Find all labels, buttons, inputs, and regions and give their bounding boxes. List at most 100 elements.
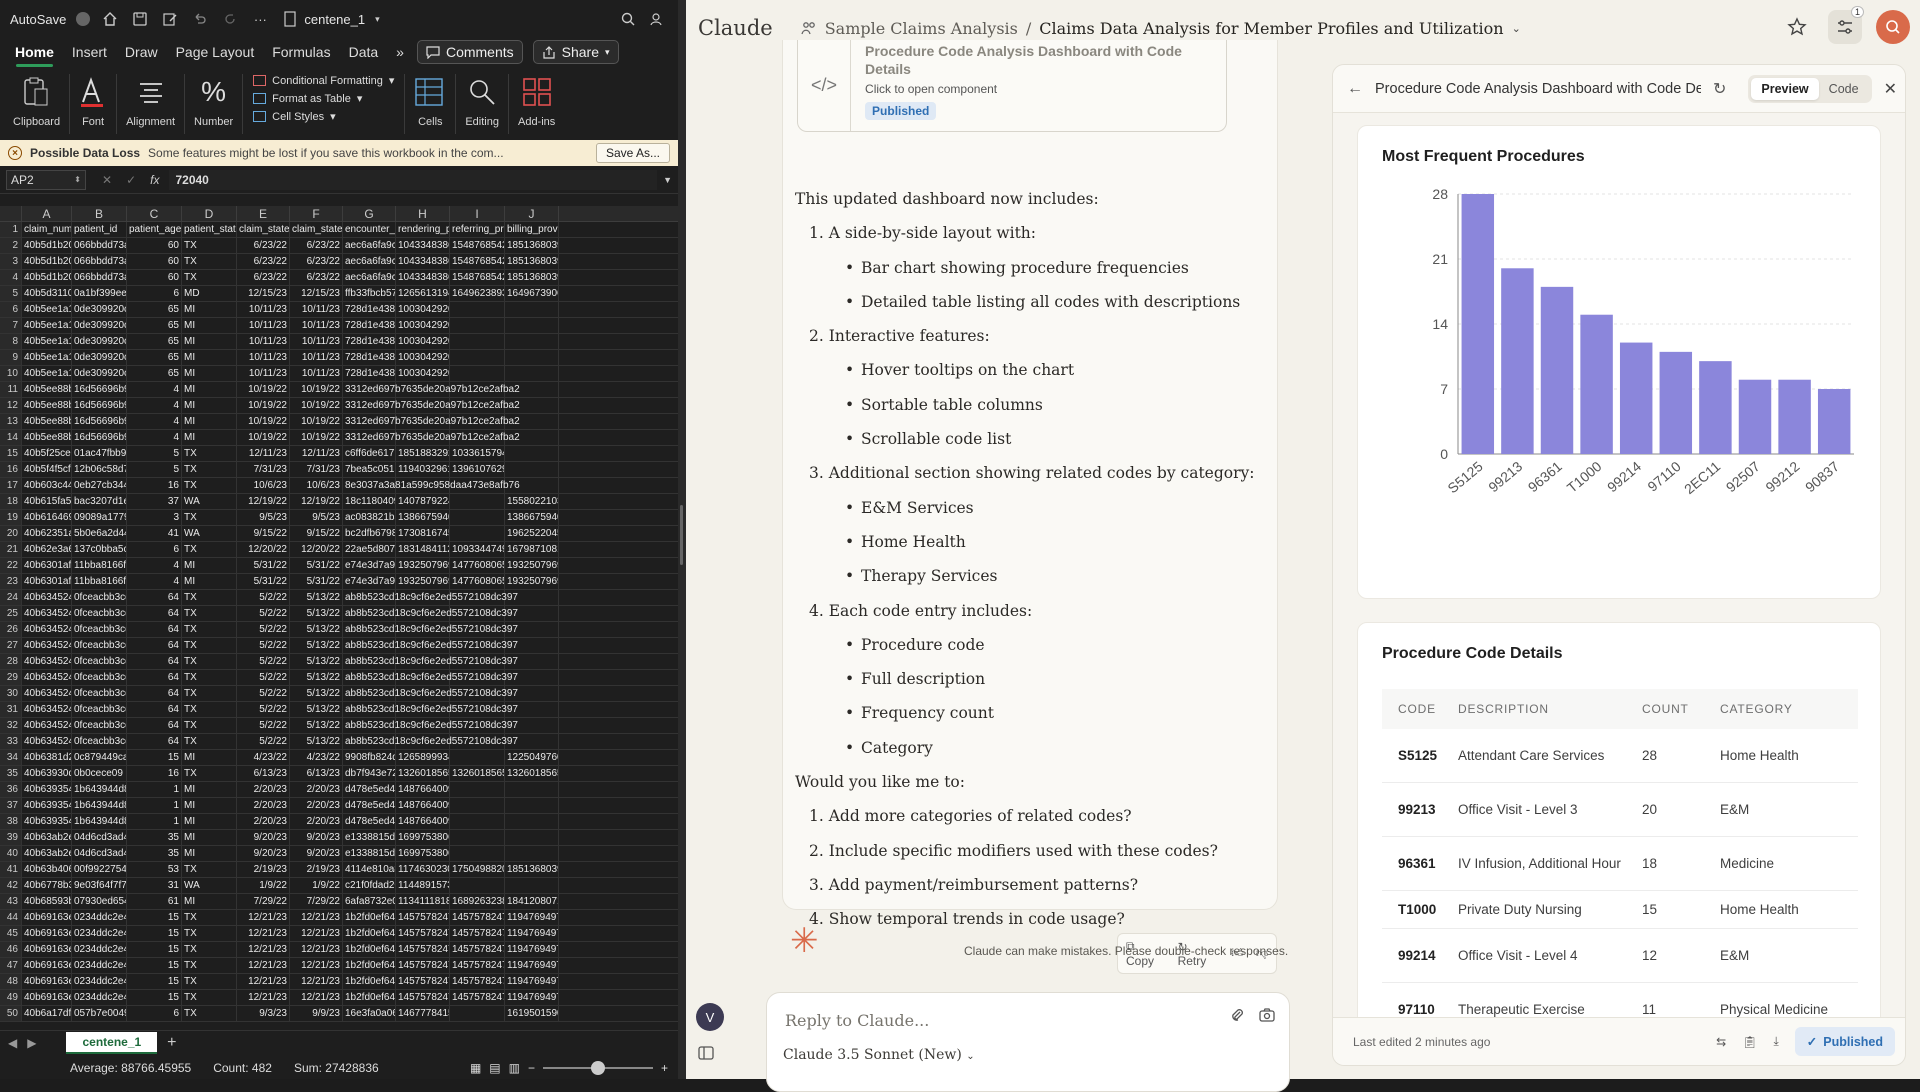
refresh-icon[interactable]: ↻ bbox=[1713, 79, 1726, 99]
cell[interactable]: TX bbox=[182, 254, 237, 269]
cell[interactable]: 0fceacbb3cd bbox=[72, 622, 127, 637]
cell[interactable]: 7/31/23 bbox=[290, 462, 343, 477]
cell[interactable]: 64 bbox=[127, 654, 182, 669]
cell[interactable]: 0eb27cb344 bbox=[72, 478, 127, 493]
cell[interactable]: MI bbox=[182, 558, 237, 573]
cell[interactable]: 1043348386 bbox=[396, 238, 450, 253]
cell[interactable]: TX bbox=[182, 462, 237, 477]
cell[interactable]: 09089a1779 bbox=[72, 510, 127, 525]
cell[interactable] bbox=[450, 526, 505, 541]
cell[interactable]: 40b639354d bbox=[22, 814, 72, 829]
cell[interactable]: 1194032961 bbox=[396, 462, 450, 477]
save-icon[interactable] bbox=[130, 9, 150, 29]
cell[interactable]: TX bbox=[182, 1006, 237, 1021]
cell[interactable]: 1487664009 bbox=[396, 798, 450, 813]
cell[interactable]: 61 bbox=[127, 894, 182, 909]
row-header[interactable]: 9 bbox=[0, 350, 22, 365]
cell[interactable]: bac3207d1e bbox=[72, 494, 127, 509]
cell[interactable]: 2/20/23 bbox=[237, 814, 290, 829]
clipboard-group[interactable]: Clipboard bbox=[4, 74, 71, 134]
window-divider[interactable] bbox=[678, 0, 686, 1079]
row-header[interactable]: 47 bbox=[0, 958, 22, 973]
cell[interactable]: TX bbox=[182, 270, 237, 285]
cell[interactable]: e74e3d7a9e bbox=[343, 558, 396, 573]
cell[interactable]: 4 bbox=[127, 430, 182, 445]
tab-draw[interactable]: Draw bbox=[116, 40, 167, 64]
claude-logo[interactable]: Claude bbox=[698, 16, 773, 40]
cell[interactable]: 0de309920c bbox=[72, 318, 127, 333]
cell[interactable]: 9/20/23 bbox=[290, 830, 343, 845]
chevron-down-icon[interactable]: ▾ bbox=[375, 14, 380, 25]
cell[interactable] bbox=[450, 878, 505, 893]
cell[interactable]: 5/13/22 bbox=[290, 702, 343, 717]
cell[interactable]: 40b5ee88bel bbox=[22, 382, 72, 397]
cell[interactable]: 15 bbox=[127, 974, 182, 989]
alignment-group[interactable]: Alignment bbox=[117, 74, 186, 134]
cell[interactable]: 2/19/23 bbox=[290, 862, 343, 877]
row-header[interactable]: 23 bbox=[0, 574, 22, 589]
cell[interactable]: 40b6301afb0 bbox=[22, 574, 72, 589]
conditional-formatting-button[interactable]: Conditional Formatting ▾ bbox=[253, 74, 394, 87]
reply-input[interactable]: Reply to Claude... Claude 3.5 Sonnet (Ne… bbox=[766, 992, 1290, 1092]
number-group[interactable]: % Number bbox=[185, 74, 244, 134]
cell[interactable]: 9/5/23 bbox=[290, 510, 343, 525]
cell[interactable]: 1003042920 bbox=[396, 350, 450, 365]
cell[interactable]: 10/19/22 bbox=[290, 382, 343, 397]
row-header[interactable]: 42 bbox=[0, 878, 22, 893]
cell[interactable]: 9e03f64f7f7 bbox=[72, 878, 127, 893]
normal-view-icon[interactable]: ▦ bbox=[470, 1061, 481, 1075]
cell[interactable]: 0de309920c bbox=[72, 350, 127, 365]
cell[interactable]: 10/19/22 bbox=[290, 414, 343, 429]
cell[interactable]: 1b2fd0ef648 bbox=[343, 910, 396, 925]
cell[interactable]: 64 bbox=[127, 702, 182, 717]
cell[interactable]: 10/19/22 bbox=[237, 430, 290, 445]
cell[interactable]: 9/15/22 bbox=[237, 526, 290, 541]
cell[interactable]: 40b6778b3b bbox=[22, 878, 72, 893]
add-sheet-icon[interactable]: + bbox=[167, 1034, 176, 1052]
cell[interactable]: 1457578247 bbox=[450, 990, 505, 1005]
cell[interactable]: 1558022103 bbox=[505, 494, 559, 509]
cell[interactable]: 53 bbox=[127, 862, 182, 877]
row-header[interactable]: 18 bbox=[0, 494, 22, 509]
cell[interactable]: TX bbox=[182, 478, 237, 493]
cell[interactable]: 12/21/23 bbox=[290, 926, 343, 941]
cell[interactable]: 12b06c58d7 bbox=[72, 462, 127, 477]
row-header[interactable]: 2 bbox=[0, 238, 22, 253]
cell[interactable]: 9/9/23 bbox=[290, 1006, 343, 1021]
cell[interactable]: 3312ed697b7635de20a97b12ce2afba2 bbox=[343, 414, 520, 429]
cell[interactable]: 12/21/23 bbox=[290, 910, 343, 925]
search-icon[interactable] bbox=[618, 9, 638, 29]
table-row[interactable]: 99214 Office Visit - Level 4 12 E&M bbox=[1382, 929, 1858, 983]
comments-button[interactable]: Comments bbox=[416, 40, 523, 64]
cell[interactable]: 066bbdd73a bbox=[72, 270, 127, 285]
cell[interactable]: 40b69163e8 bbox=[22, 942, 72, 957]
row-header[interactable]: 36 bbox=[0, 782, 22, 797]
cell[interactable]: referring_pro bbox=[450, 222, 505, 237]
cell[interactable]: 5/13/22 bbox=[290, 654, 343, 669]
cell[interactable]: 6/23/22 bbox=[237, 270, 290, 285]
tab-insert[interactable]: Insert bbox=[63, 40, 116, 64]
cell[interactable]: 1003042920 bbox=[396, 302, 450, 317]
cell[interactable]: 10/19/22 bbox=[237, 414, 290, 429]
cell[interactable]: 0fceacbb3cd bbox=[72, 638, 127, 653]
cell[interactable]: bc2dfb67985 bbox=[343, 526, 396, 541]
cell[interactable]: 1548768542 bbox=[450, 254, 505, 269]
cell[interactable]: 1851368039 bbox=[505, 270, 559, 285]
cell[interactable]: 64 bbox=[127, 670, 182, 685]
cell[interactable]: 1477608065 bbox=[450, 574, 505, 589]
cell[interactable]: 1003042920 bbox=[396, 366, 450, 381]
cell[interactable]: 728d1e4380 bbox=[343, 318, 396, 333]
cell[interactable]: 15 bbox=[127, 750, 182, 765]
cell[interactable]: 4 bbox=[127, 382, 182, 397]
cell[interactable]: 5/2/22 bbox=[237, 622, 290, 637]
cell[interactable]: ab8b523cd18c9cf6e2ed5572108dc397 bbox=[343, 606, 518, 621]
cell[interactable]: 4 bbox=[127, 414, 182, 429]
cell[interactable]: 40b6a17dfbc bbox=[22, 1006, 72, 1021]
cell[interactable]: 37 bbox=[127, 494, 182, 509]
camera-icon[interactable] bbox=[1259, 1007, 1275, 1023]
cell[interactable]: ffb33fbcb57 bbox=[343, 286, 396, 301]
cell[interactable]: 1457578247 bbox=[450, 926, 505, 941]
cell[interactable]: 40b5ee88bel bbox=[22, 398, 72, 413]
addins-group[interactable]: Add-ins bbox=[509, 74, 564, 134]
undo-icon[interactable] bbox=[190, 9, 210, 29]
